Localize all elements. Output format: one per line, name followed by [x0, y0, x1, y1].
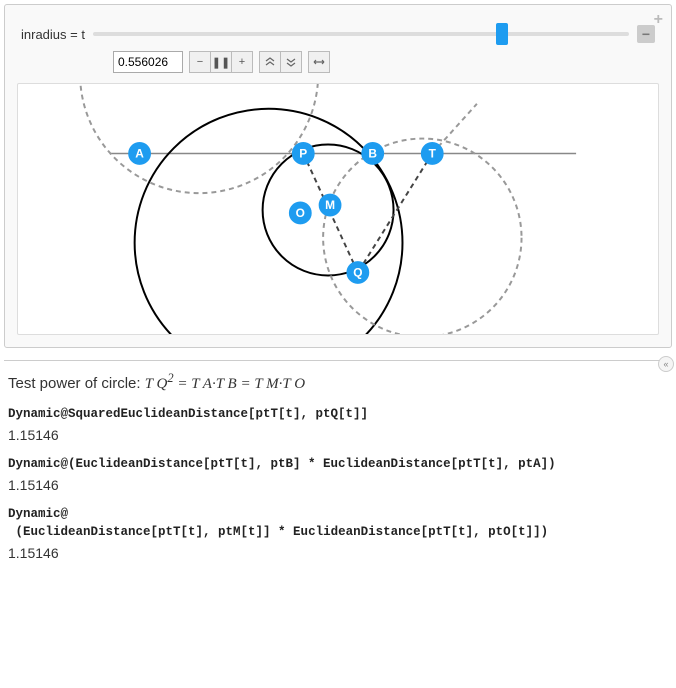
- playback-group: − ❚❚ +: [189, 51, 253, 73]
- point-T: T: [421, 143, 443, 165]
- dashed-circle-left: [80, 84, 318, 193]
- expand-cell-button[interactable]: «: [658, 356, 674, 372]
- geometry-diagram: A P B T O M Q: [18, 84, 658, 334]
- input-cell-3a[interactable]: Dynamic@: [8, 507, 668, 521]
- step-forward-button[interactable]: +: [231, 51, 253, 73]
- output-cell-1: 1.15146: [8, 427, 668, 443]
- input-cell-2[interactable]: Dynamic@(EuclideanDistance[ptT[t], ptB] …: [8, 457, 668, 471]
- output-cell-2: 1.15146: [8, 477, 668, 493]
- speed-group: [259, 51, 302, 73]
- caption-prefix: Test power of circle:: [8, 375, 145, 392]
- input-cell-3b[interactable]: (EuclideanDistance[ptT[t], ptM[t]] * Euc…: [8, 525, 668, 539]
- slider-row: inradius = t −: [21, 25, 655, 43]
- caption-text: Test power of circle: T Q2 = T A·T B = T…: [8, 371, 668, 393]
- slider-label: inradius = t: [21, 27, 85, 42]
- svg-text:M: M: [325, 198, 335, 212]
- point-M: M: [319, 194, 341, 216]
- output-cell-3: 1.15146: [8, 545, 668, 561]
- segment-tq: [358, 153, 432, 272]
- input-cell-1[interactable]: Dynamic@SquaredEuclideanDistance[ptT[t],…: [8, 407, 668, 421]
- separator: [4, 360, 672, 361]
- inradius-slider[interactable]: [93, 32, 629, 36]
- svg-text:B: B: [368, 146, 377, 160]
- pause-button[interactable]: ❚❚: [210, 51, 232, 73]
- add-control-button[interactable]: +: [654, 11, 663, 29]
- graphics-pane: A P B T O M Q: [17, 83, 659, 335]
- slower-button[interactable]: [280, 51, 302, 73]
- slider-controls-row: − ❚❚ +: [113, 51, 655, 73]
- svg-text:P: P: [299, 146, 307, 160]
- step-back-button[interactable]: −: [189, 51, 211, 73]
- direction-group: [308, 51, 330, 73]
- svg-text:Q: Q: [353, 265, 362, 279]
- svg-text:A: A: [135, 146, 144, 160]
- collapse-button[interactable]: −: [637, 25, 655, 43]
- point-Q: Q: [347, 262, 369, 284]
- eq-rhs: = T A·T B = T M·T O: [174, 376, 305, 392]
- manipulate-panel: + inradius = t − − ❚❚ +: [4, 4, 672, 348]
- svg-text:T: T: [429, 146, 437, 160]
- eq-lhs: T Q: [145, 376, 168, 392]
- circle-large: [135, 109, 403, 334]
- svg-text:O: O: [296, 206, 305, 220]
- oscillate-button[interactable]: [308, 51, 330, 73]
- point-B: B: [362, 143, 384, 165]
- point-O: O: [289, 202, 311, 224]
- dashed-circle-right: [323, 139, 521, 334]
- point-A: A: [129, 143, 151, 165]
- point-P: P: [292, 143, 314, 165]
- inradius-field[interactable]: [113, 51, 183, 73]
- faster-button[interactable]: [259, 51, 281, 73]
